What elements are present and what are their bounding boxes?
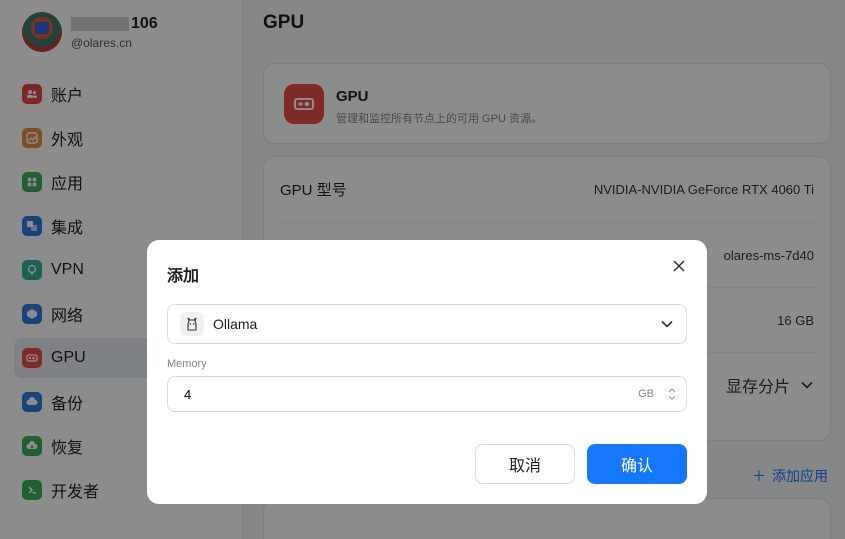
chevron-down-icon — [661, 320, 673, 328]
cancel-button[interactable]: 取消 — [475, 444, 575, 484]
memory-input[interactable] — [184, 386, 639, 402]
add-dialog: 添加 Ollama Memory GB 取消 确认 — [147, 240, 707, 504]
memory-stepper[interactable] — [668, 387, 676, 401]
decrement-icon[interactable] — [668, 395, 676, 401]
memory-field[interactable]: GB — [167, 376, 687, 412]
increment-icon[interactable] — [668, 387, 676, 393]
memory-unit: GB — [638, 388, 654, 400]
close-icon[interactable] — [671, 258, 687, 274]
app-select-value: Ollama — [213, 316, 258, 332]
memory-label: Memory — [167, 358, 207, 370]
ollama-icon — [180, 312, 204, 336]
confirm-button[interactable]: 确认 — [587, 444, 687, 484]
dialog-title: 添加 — [167, 268, 200, 285]
app-select[interactable]: Ollama — [167, 304, 687, 344]
